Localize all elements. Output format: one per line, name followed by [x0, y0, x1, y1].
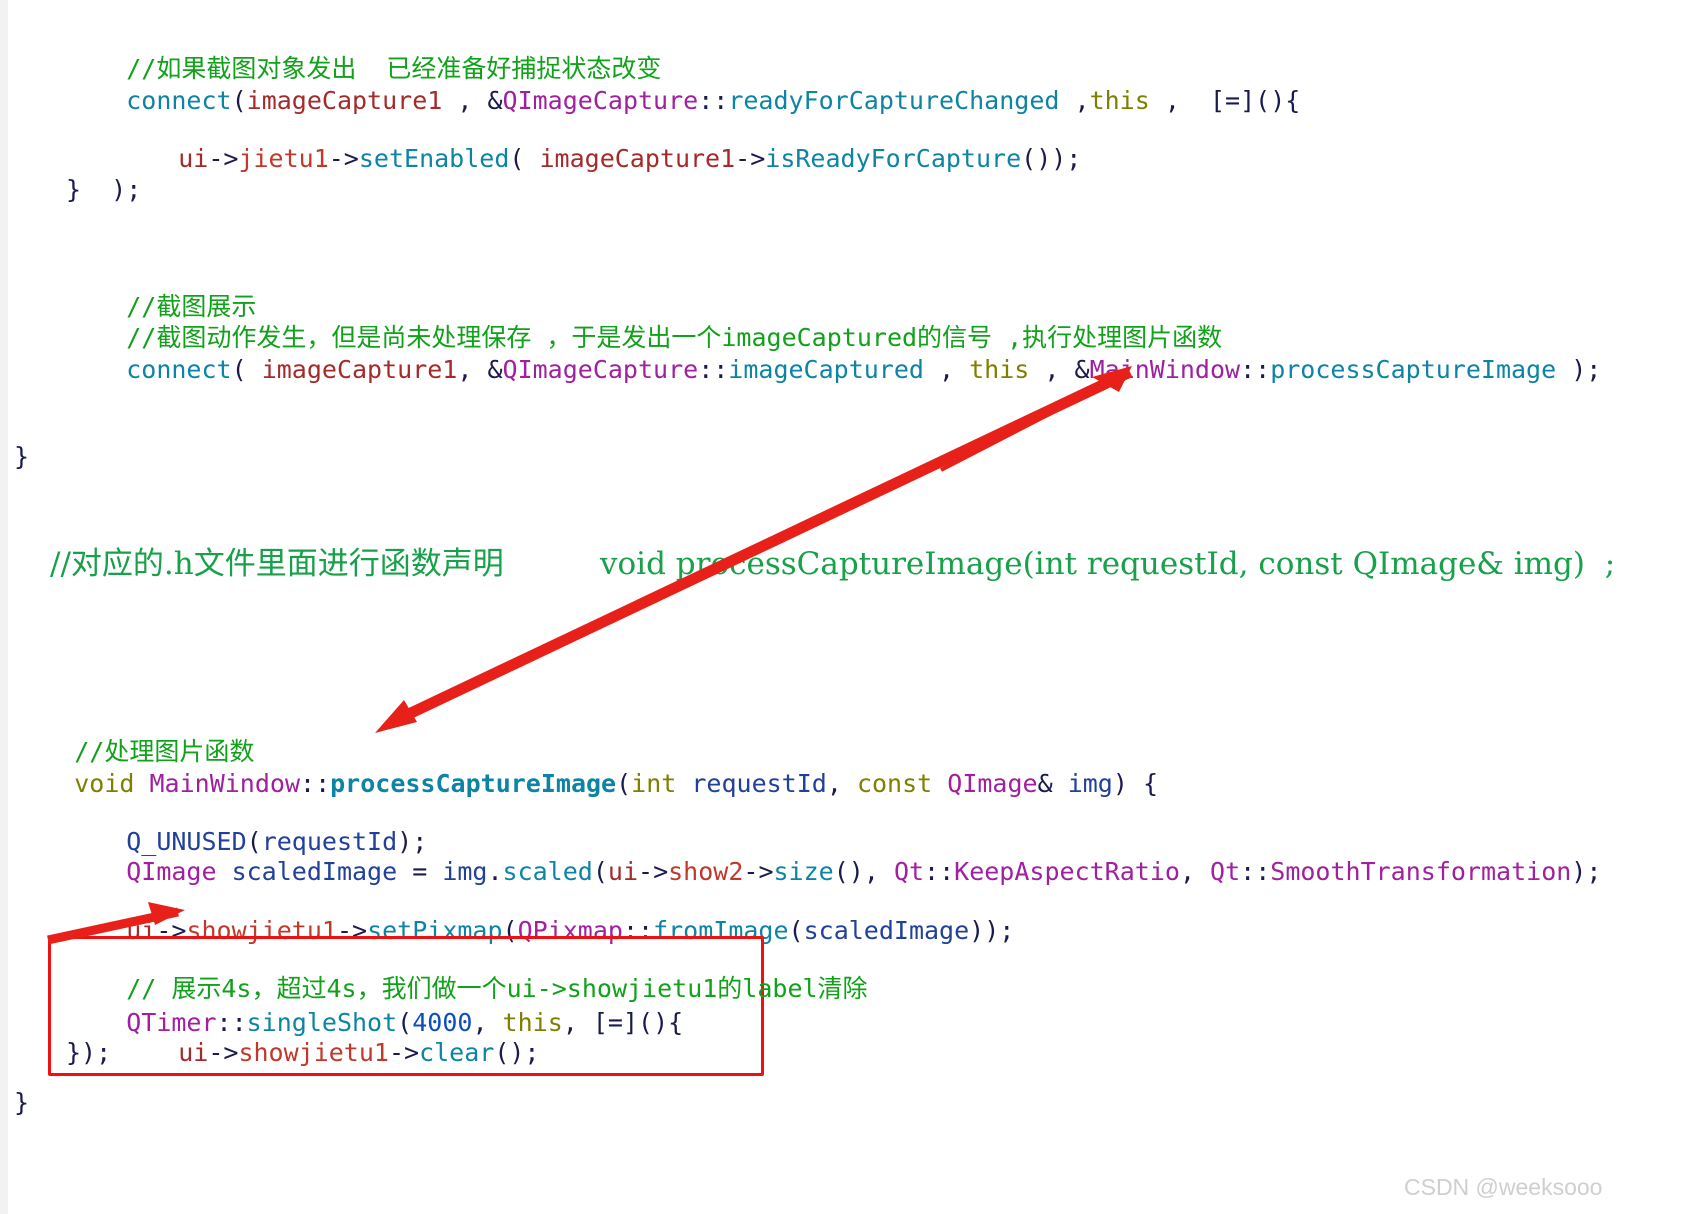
- signal-image-captured: imageCaptured: [728, 355, 924, 384]
- ui-object: ui: [178, 144, 209, 173]
- scope-operator: ::: [698, 355, 729, 384]
- keyword-const: const: [856, 769, 933, 798]
- class-qimage: QImage: [947, 769, 1038, 798]
- enum-smooth-transformation: SmoothTransformation: [1270, 857, 1572, 886]
- slot-process-capture-image: processCaptureImage: [1270, 355, 1557, 384]
- arrow-operator: ->: [328, 144, 359, 173]
- class-qimagecapture: QImageCapture: [502, 86, 699, 115]
- var-scaled-image: scaledImage: [216, 857, 398, 886]
- enum-keep-aspect-ratio: KeepAspectRatio: [954, 857, 1180, 886]
- method-scaled: scaled: [502, 857, 593, 886]
- code-line-function-close-brace: }: [14, 442, 30, 471]
- arrow-operator: ->: [743, 857, 774, 886]
- separator: ,: [923, 355, 970, 384]
- arrow-operator: ->: [735, 144, 766, 173]
- separator: , &: [442, 86, 503, 115]
- lambda-intro: , [=](){: [562, 1008, 684, 1037]
- method-clear: clear: [419, 1038, 495, 1067]
- signal-ready-for-capture-changed: readyForCaptureChanged: [728, 86, 1060, 115]
- var-scaled-image: scaledImage: [803, 916, 970, 945]
- widget-jietu1: jietu1: [238, 144, 329, 173]
- paren-close: ));: [969, 916, 1015, 945]
- paren-close: ();: [494, 1038, 540, 1067]
- paren: (: [231, 355, 262, 384]
- paren-close: );: [1556, 355, 1602, 384]
- csdn-watermark: CSDN @weeksooo: [1404, 1174, 1603, 1200]
- arrow-operator: ->: [638, 857, 669, 886]
- comma: ,: [826, 769, 857, 798]
- arrow-operator: ->: [208, 144, 239, 173]
- dot-operator: .: [487, 857, 503, 886]
- paren-close: );: [1571, 857, 1602, 886]
- separator: , &: [1029, 355, 1090, 384]
- brace-open: ) {: [1112, 769, 1159, 798]
- param-img: img: [1052, 769, 1113, 798]
- class-qimagecapture: QImageCapture: [502, 355, 699, 384]
- keyword-void: void: [74, 769, 135, 798]
- connect-call: connect: [126, 86, 232, 115]
- code-line-lambda-close-2: });: [66, 1038, 112, 1067]
- widget-showjietu1: showjietu1: [238, 1038, 389, 1067]
- header-declaration-signature: void processCaptureImage(int requestId, …: [600, 546, 1616, 582]
- code-line-final-close-brace: }: [14, 1088, 30, 1117]
- class-mainwindow: MainWindow: [1089, 355, 1241, 384]
- namespace-qt: Qt: [893, 857, 925, 886]
- keyword-this: this: [969, 355, 1030, 384]
- paren: (: [788, 916, 804, 945]
- code-line-clear-label: ui->showjietu1->clear();: [118, 1008, 539, 1098]
- method-set-enabled: setEnabled: [358, 144, 510, 173]
- scope-operator: ::: [698, 86, 729, 115]
- widget-show2: show2: [668, 857, 744, 886]
- ampersand: &: [1037, 769, 1053, 798]
- code-line-lambda-close: } );: [66, 175, 142, 204]
- comma: ,: [1179, 857, 1211, 886]
- paren: (: [592, 857, 608, 886]
- paren: (: [616, 769, 632, 798]
- scope-operator: ::: [924, 857, 955, 886]
- var-img: img: [442, 857, 488, 886]
- arg-image-capture: imageCapture1: [539, 144, 736, 173]
- scope-operator: ::: [1240, 355, 1271, 384]
- assign-operator: =: [397, 857, 443, 886]
- connect-call: connect: [126, 355, 232, 384]
- code-line-connect-image-captured: connect( imageCapture1, &QImageCapture::…: [66, 325, 1601, 415]
- function-process-capture-image: processCaptureImage: [330, 769, 617, 798]
- class-qimage: QImage: [126, 857, 217, 886]
- code-line-set-enabled: ui->jietu1->setEnabled( imageCapture1->i…: [118, 114, 1081, 204]
- ui-object: ui: [178, 1038, 209, 1067]
- header-declaration-comment: //对应的.h文件里面进行函数声明: [50, 546, 504, 582]
- class-mainwindow: MainWindow: [149, 769, 301, 798]
- arrow-operator: ->: [388, 1038, 420, 1067]
- lambda-intro: , [=](){: [1149, 86, 1301, 115]
- keyword-int: int: [631, 769, 677, 798]
- paren: (: [509, 144, 540, 173]
- ui-object: ui: [607, 857, 639, 886]
- method-size: size: [773, 857, 834, 886]
- arg-image-capture: imageCapture1: [246, 86, 443, 115]
- arg-image-capture: imageCapture1: [261, 355, 458, 384]
- scope-operator: ::: [1240, 857, 1271, 886]
- separator: , &: [457, 355, 503, 384]
- paren: (: [231, 86, 247, 115]
- separator: (),: [833, 857, 894, 886]
- namespace-qt: Qt: [1210, 857, 1241, 886]
- scope-operator: ::: [300, 769, 331, 798]
- separator: ,: [1059, 86, 1090, 115]
- paren-close: ());: [1021, 144, 1082, 173]
- arrow-operator: ->: [208, 1038, 239, 1067]
- keyword-this: this: [1089, 86, 1150, 115]
- method-is-ready-for-capture: isReadyForCapture: [765, 144, 1022, 173]
- code-listing: //如果截图对象发出 已经准备好捕捉状态改变 connect(imageCapt…: [0, 0, 1701, 1214]
- param-request-id: requestId: [676, 769, 827, 798]
